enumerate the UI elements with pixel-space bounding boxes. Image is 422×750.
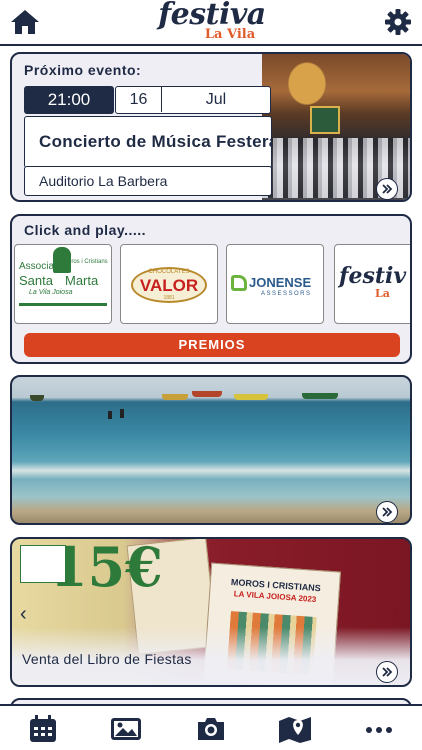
more-icon[interactable] — [364, 714, 394, 744]
festiva-brand: festiv — [339, 263, 407, 289]
app-logo[interactable]: festiva La Vila — [150, 0, 274, 42]
sponsor-festiva[interactable]: festiv La — [334, 244, 410, 324]
coat-of-arms — [310, 106, 340, 134]
sponsor1-line2: Santa — [19, 273, 53, 288]
event-day: 16 — [116, 87, 162, 112]
book-caption: Venta del Libro de Fiestas — [22, 651, 192, 667]
prizes-button[interactable]: PREMIOS — [24, 333, 400, 357]
boat — [234, 394, 268, 400]
valor-year: 1881 — [163, 295, 175, 301]
book-sale-card[interactable]: MOROS I CRISTIANS LA VILA JOIOSA 2023 15… — [10, 537, 412, 687]
valor-brand: VALOR — [139, 276, 199, 295]
image-icon[interactable] — [110, 714, 141, 744]
boat — [30, 395, 44, 401]
jonense-mark-icon — [231, 275, 247, 291]
festiva-sub: La — [375, 287, 390, 300]
next-event-label: Próximo evento: — [24, 62, 142, 78]
logo-line1: festiva — [158, 0, 266, 32]
header-divider — [0, 44, 422, 46]
santa-marta-mini-logo — [20, 545, 66, 583]
sponsor-santa-marta[interactable]: Associació Santa Marta Moros i Cristians… — [14, 244, 112, 324]
event-name: Concierto de Música Festera — [24, 116, 272, 168]
jonense-sub: ASSESSORS — [261, 291, 312, 297]
sponsor-jonense[interactable]: JONENSE ASSESSORS — [226, 244, 324, 324]
book-price: 15€ — [50, 537, 163, 599]
sponsor-valor[interactable]: CHOCOLATES VALOR 1881 — [120, 244, 218, 324]
swimmer — [120, 409, 124, 418]
boat — [192, 391, 222, 397]
event-time: 21:00 — [24, 86, 114, 114]
click-and-play-card: Click and play..... Associació Santa Mar… — [10, 214, 412, 364]
more-arrow-icon[interactable] — [376, 661, 398, 683]
sponsor1-divider — [19, 303, 107, 306]
swimmer — [108, 411, 112, 419]
boat — [302, 393, 338, 399]
home-icon[interactable] — [10, 8, 40, 36]
event-month: Jul — [205, 91, 227, 108]
boat — [162, 394, 188, 400]
next-event-card[interactable]: Próximo evento: 21:00 16 Jul Concierto d… — [10, 52, 412, 202]
map-icon[interactable] — [278, 714, 311, 744]
gear-icon[interactable] — [384, 8, 412, 36]
jonense-brand: JONENSE — [249, 275, 312, 290]
saint-figure-icon — [53, 247, 71, 273]
event-date: 16 Jul — [115, 86, 271, 114]
click-and-play-label: Click and play..... — [24, 222, 147, 238]
valor-top: CHOCOLATES — [148, 269, 190, 275]
bottom-nav — [0, 704, 422, 750]
sponsor1-line3: Marta — [65, 273, 99, 288]
more-arrow-icon[interactable] — [376, 501, 398, 523]
event-venue: Auditorio La Barbera — [24, 166, 272, 196]
beach-banner-card[interactable] — [10, 375, 412, 525]
app-header: festiva La Vila — [0, 0, 422, 44]
calendar-icon[interactable] — [28, 714, 58, 744]
chevron-right-icon[interactable]: › — [392, 603, 399, 626]
sponsor1-sub: La Vila Joiosa — [29, 289, 73, 296]
chevron-left-icon[interactable]: ‹ — [20, 603, 27, 626]
more-arrow-icon[interactable] — [376, 178, 398, 200]
camera-icon[interactable] — [195, 714, 225, 744]
